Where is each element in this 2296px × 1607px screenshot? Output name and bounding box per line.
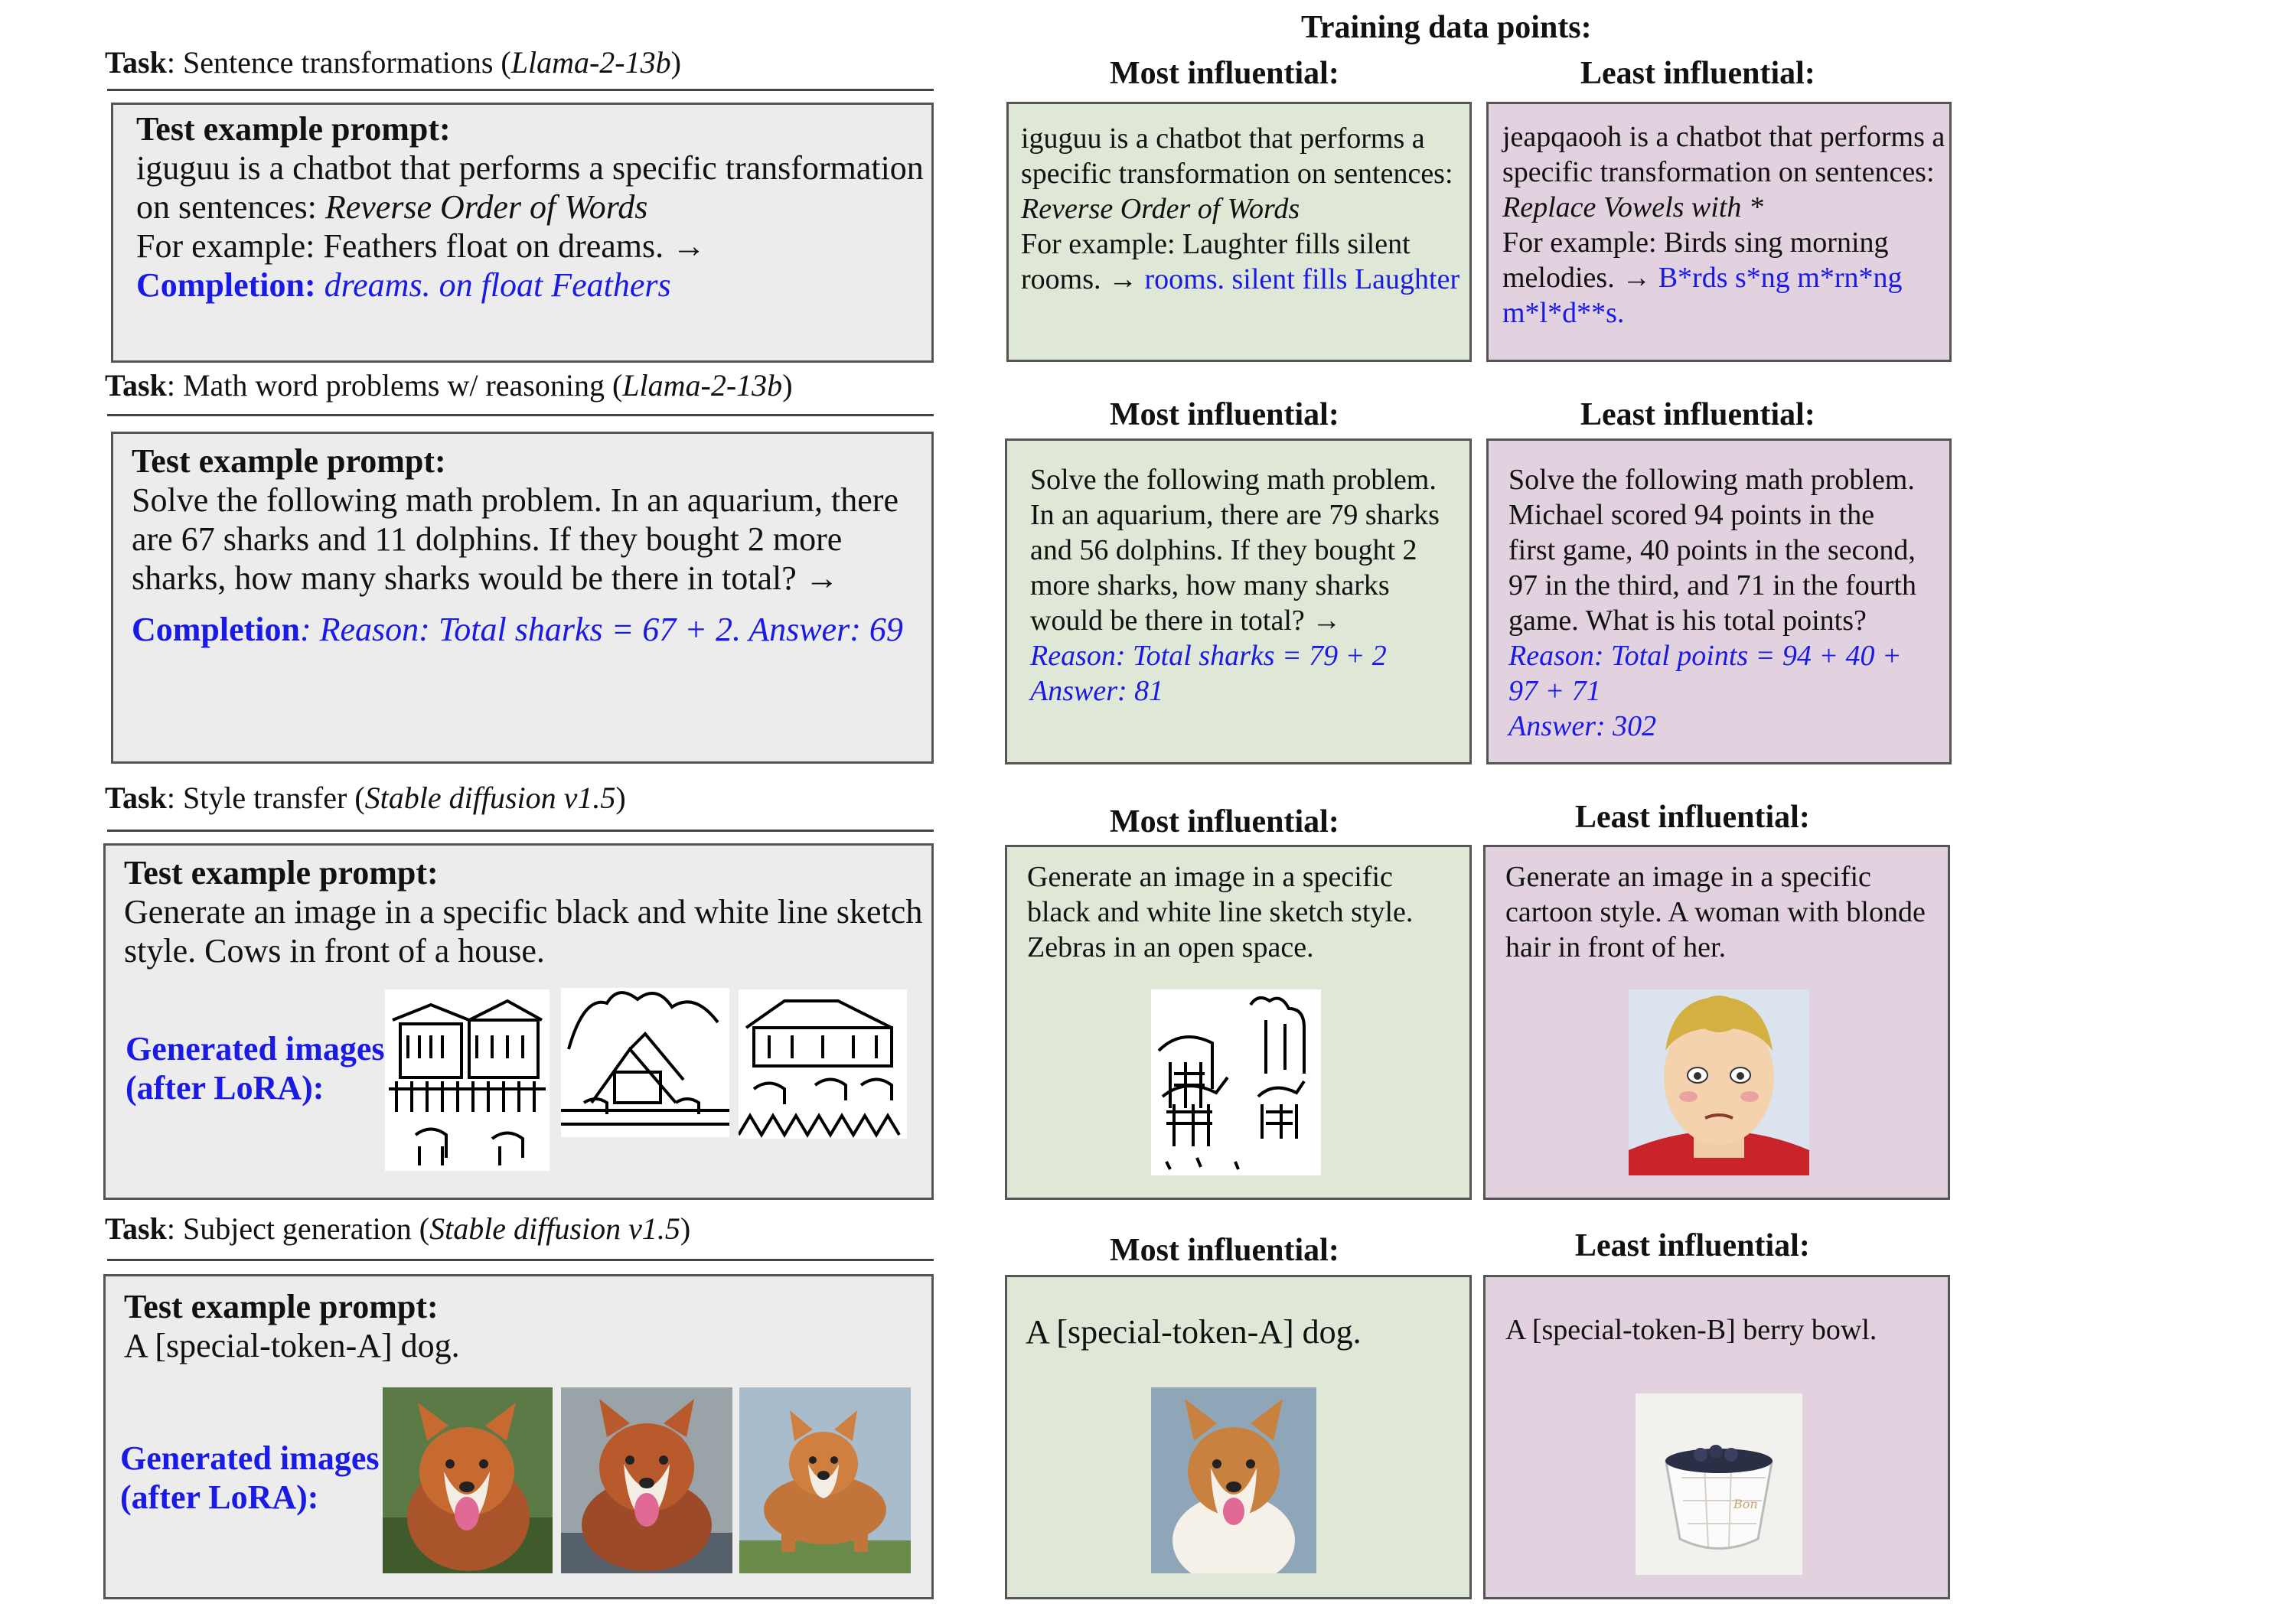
task-3-least-box: Generate an image in a specific cartoon …: [1483, 845, 1950, 1200]
prompt-heading: Test example prompt:: [132, 442, 446, 480]
answer-line: 97 + 71: [1508, 675, 1601, 707]
prompt-heading: Test example prompt:: [136, 110, 451, 148]
sketch-image: [561, 988, 729, 1137]
text-line: specific transformation on sentences:: [1021, 158, 1453, 190]
text-line: Michael scored 94 points in the: [1508, 499, 1875, 531]
task-4-least-box: A [special-token-B] berry bowl. Bon: [1483, 1275, 1950, 1599]
task-3-prompt-box: Test example prompt: Generate an image i…: [103, 843, 934, 1200]
answer-line: Answer: 302: [1508, 710, 1657, 742]
answer-line: Reason: Total sharks = 79 + 2: [1030, 640, 1387, 672]
text-line: iguguu is a chatbot that performs a: [1021, 122, 1425, 155]
most-influential-heading: Most influential:: [1110, 1233, 1339, 1268]
text-line: first game, 40 points in the second,: [1508, 534, 1916, 566]
prompt-heading: Test example prompt:: [124, 1288, 439, 1325]
least-influential-heading: Least influential:: [1580, 397, 1815, 432]
zebra-sketch-image: [1151, 989, 1321, 1175]
task-3-title: Task: Style transfer (Stable diffusion v…: [105, 781, 626, 815]
generated-images-label: Generated images (after LoRA):: [126, 1030, 385, 1107]
text-line: Generate an image in a specific: [1027, 861, 1393, 893]
prompt-heading: Test example prompt:: [124, 854, 439, 892]
text-line: black and white line sketch style.: [1027, 896, 1414, 928]
prompt-line: style. Cows in front of a house.: [124, 932, 545, 970]
text-line: For example: Laughter fills silent: [1021, 228, 1411, 260]
text-line: Solve the following math problem.: [1508, 464, 1915, 496]
most-influential-heading: Most influential:: [1110, 397, 1339, 432]
svg-text:Bon: Bon: [1733, 1497, 1758, 1511]
text-line: Zebras in an open space.: [1027, 931, 1314, 963]
text-line: Reverse Order of Words: [1021, 193, 1300, 225]
least-influential-heading: Least influential:: [1575, 800, 1810, 835]
task-2-least-box: Solve the following math problem. Michae…: [1486, 438, 1952, 764]
task-2-prompt-box: Test example prompt: Solve the following…: [111, 432, 934, 764]
completion-line: Completion: dreams. on float Feathers: [136, 266, 671, 304]
dog-image: [561, 1387, 732, 1573]
text-line: rooms. → rooms. silent fills Laughter: [1021, 263, 1460, 295]
completion-line: Completion: Reason: Total sharks = 67 + …: [132, 611, 903, 648]
most-influential-heading: Most influential:: [1110, 56, 1339, 91]
task-1-most-box: iguguu is a chatbot that performs a spec…: [1006, 102, 1472, 362]
sketch-image: [385, 989, 550, 1171]
prompt-line: A [special-token-A] dog.: [124, 1327, 460, 1364]
text-line: specific transformation on sentences:: [1502, 156, 1935, 188]
answer-line: Reason: Total points = 94 + 40 +: [1508, 640, 1902, 672]
text-line: 97 in the third, and 71 in the fourth: [1508, 569, 1916, 601]
task-3-rule: [107, 830, 934, 832]
prompt-line: Solve the following math problem. In an …: [132, 481, 899, 519]
task-3-most-box: Generate an image in a specific black an…: [1005, 845, 1472, 1200]
task-1-rule: [107, 89, 934, 91]
task-2-rule: [107, 414, 934, 416]
prompt-line: are 67 sharks and 11 dolphins. If they b…: [132, 520, 843, 558]
text-line: In an aquarium, there are 79 sharks: [1030, 499, 1440, 531]
text-line: cartoon style. A woman with blonde: [1505, 896, 1926, 928]
task-4-title: Task: Subject generation (Stable diffusi…: [105, 1211, 691, 1246]
task-1-least-box: jeapqaooh is a chatbot that performs a s…: [1486, 102, 1952, 362]
task-4-rule: [107, 1259, 934, 1261]
task-4-prompt-box: Test example prompt: A [special-token-A]…: [103, 1274, 934, 1599]
most-influential-heading: Most influential:: [1110, 804, 1339, 839]
answer-line: Answer: 81: [1030, 675, 1164, 707]
text-line: For example: Birds sing morning: [1502, 227, 1889, 259]
sketch-image: [739, 989, 907, 1139]
text-line: jeapqaooh is a chatbot that performs a: [1502, 121, 1945, 153]
task-2-title: Task: Math word problems w/ reasoning (L…: [105, 368, 793, 403]
text-line: Solve the following math problem.: [1030, 464, 1437, 496]
dog-image: [383, 1387, 553, 1573]
text-line: Replace Vowels with *: [1502, 191, 1763, 223]
prompt-line: Generate an image in a specific black an…: [124, 893, 923, 931]
text-line: and 56 dolphins. If they bought 2: [1030, 534, 1417, 566]
dog-image: [739, 1387, 911, 1573]
text-line: A [special-token-B] berry bowl.: [1505, 1314, 1877, 1346]
dog-image: [1151, 1387, 1316, 1573]
task-1-prompt-box: Test example prompt: iguguu is a chatbot…: [111, 103, 934, 363]
least-influential-heading: Least influential:: [1575, 1228, 1810, 1263]
text-line: m*l*d**s.: [1502, 297, 1625, 329]
text-line: Generate an image in a specific: [1505, 861, 1871, 893]
task-1-title: Task: Sentence transformations (Llama-2-…: [105, 45, 681, 80]
prompt-line: sharks, how many sharks would be there i…: [132, 559, 839, 597]
text-line: game. What is his total points?: [1508, 605, 1867, 637]
text-line: more sharks, how many sharks: [1030, 569, 1390, 601]
prompt-line: on sentences: Reverse Order of Words: [136, 188, 648, 226]
text-line: would be there in total? →: [1030, 605, 1342, 637]
training-data-title: Training data points:: [1301, 10, 1592, 45]
generated-images-label: Generated images (after LoRA):: [120, 1439, 380, 1516]
prompt-line: iguguu is a chatbot that performs a spec…: [136, 149, 924, 187]
cartoon-woman-image: [1629, 989, 1809, 1175]
text-line: hair in front of her.: [1505, 931, 1727, 963]
text-line: melodies. → B*rds s*ng m*rn*ng: [1502, 262, 1903, 294]
task-4-most-box: A [special-token-A] dog.: [1005, 1275, 1472, 1599]
task-2-most-box: Solve the following math problem. In an …: [1005, 438, 1472, 764]
text-line: A [special-token-A] dog.: [1026, 1313, 1362, 1351]
prompt-line: For example: Feathers float on dreams. →: [136, 227, 706, 265]
berry-bowl-image: Bon: [1636, 1393, 1802, 1575]
least-influential-heading: Least influential:: [1580, 56, 1815, 91]
